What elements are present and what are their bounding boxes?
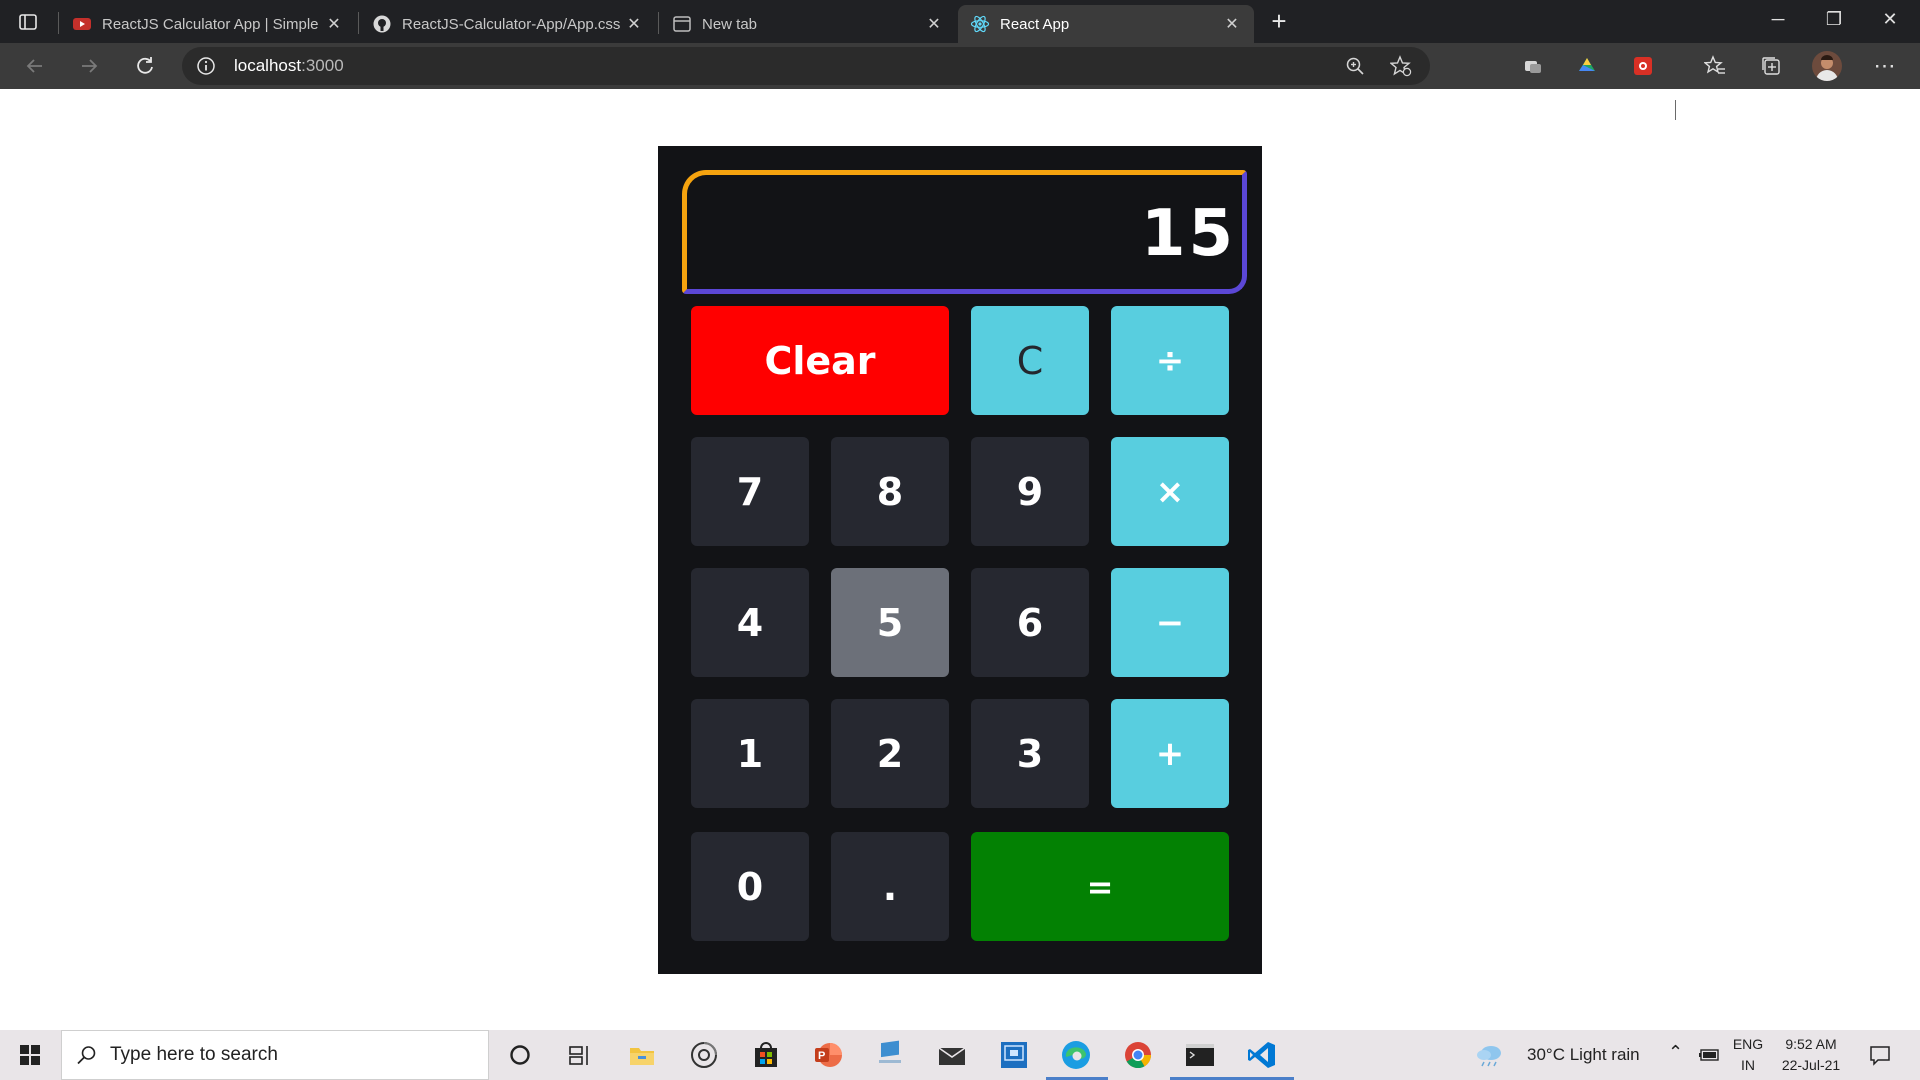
url-host: localhost [234,56,302,75]
browser-tab-strip: ReactJS Calculator App | Simple ✕ ReactJ… [0,0,1920,43]
add-favorite-icon[interactable] [1386,51,1416,81]
more-menu-icon[interactable]: ⋯ [1870,51,1900,81]
divide-button[interactable]: ÷ [1111,306,1229,415]
calculator-display: 15 [682,170,1247,294]
address-bar[interactable]: localhost:3000 [182,47,1430,85]
toolbar-divider [1675,100,1676,120]
tab-actions-icon[interactable] [14,8,42,36]
file-explorer-icon[interactable] [612,1030,672,1080]
windows-taskbar: Type here to search P 30°C Light rain ⌃ … [0,1030,1920,1080]
close-icon[interactable]: ✕ [924,14,944,34]
svg-text:P: P [818,1050,825,1062]
digit-2-button[interactable]: 2 [831,699,949,808]
back-button[interactable] [20,51,50,81]
tab-separator [658,12,659,34]
close-icon[interactable]: ✕ [1222,14,1242,34]
task-view-icon[interactable] [550,1030,610,1080]
minimize-button[interactable]: ─ [1750,0,1806,38]
digit-5-button[interactable]: 5 [831,568,949,677]
digit-9-button[interactable]: 9 [971,437,1089,546]
site-info-icon[interactable] [196,56,216,81]
digit-8-button[interactable]: 8 [831,437,949,546]
calculator: 15 Clear C ÷ 7 8 9 × 4 5 6 − 1 2 3 + 0 .… [658,146,1262,974]
edge-browser-icon[interactable] [1046,1030,1106,1080]
digit-4-button[interactable]: 4 [691,568,809,677]
tab-title: New tab [702,15,758,33]
clock-time[interactable]: 9:52 AM [1772,1036,1850,1052]
language-code[interactable]: ENG [1728,1036,1768,1052]
browser-toolbar: localhost:3000 ⋯ [0,43,1920,120]
powerpoint-icon[interactable]: P [798,1030,858,1080]
digit-1-button[interactable]: 1 [691,699,809,808]
clear-button[interactable]: Clear [691,306,949,415]
notifications-icon[interactable] [1858,1030,1902,1080]
battery-icon[interactable] [1696,1030,1722,1080]
digit-0-button[interactable]: 0 [691,832,809,941]
plus-button[interactable]: + [1111,699,1229,808]
display-value: 15 [1140,197,1236,271]
desktop-app-icon[interactable] [860,1030,920,1080]
url-text[interactable]: localhost:3000 [234,56,344,76]
terminal-icon[interactable] [1170,1030,1230,1080]
tab-github[interactable]: ReactJS-Calculator-App/App.css ✕ [360,5,656,43]
avatar[interactable] [1812,51,1842,81]
arrow-left-icon [26,59,42,73]
close-icon[interactable]: ✕ [324,14,344,34]
google-drive-extension-icon[interactable] [1572,51,1602,81]
close-icon[interactable]: ✕ [624,14,644,34]
cortana-icon[interactable] [490,1030,550,1080]
digit-3-button[interactable]: 3 [971,699,1089,808]
clock-date[interactable]: 22-Jul-21 [1772,1057,1850,1073]
tab-separator [58,12,59,34]
tab-separator [358,12,359,34]
youtube-icon [72,14,92,34]
weather-text[interactable]: 30°C Light rain [1527,1045,1640,1065]
remote-desktop-icon[interactable] [984,1030,1044,1080]
minus-button[interactable]: − [1111,568,1229,677]
favorites-icon[interactable] [1700,51,1730,81]
taskbar-search[interactable]: Type here to search [61,1030,489,1080]
refresh-button[interactable] [130,51,160,81]
github-icon [372,14,392,34]
weather-icon[interactable] [1470,1030,1510,1080]
newtab-icon [672,14,692,34]
search-icon [76,1044,98,1071]
tab-title: ReactJS-Calculator-App/App.css [402,15,621,33]
url-port: :3000 [301,56,344,75]
window-close-button[interactable]: ✕ [1862,0,1918,38]
digit-7-button[interactable]: 7 [691,437,809,546]
arrow-right-icon [82,59,98,73]
collections-icon[interactable] [1756,51,1786,81]
tab-new-tab[interactable]: New tab ✕ [660,5,956,43]
delete-button[interactable]: C [971,306,1089,415]
red-extension-icon[interactable] [1628,51,1658,81]
tab-title: ReactJS Calculator App | Simple [102,15,319,33]
restore-button[interactable]: ❐ [1806,0,1862,38]
chrome-icon[interactable] [1108,1030,1168,1080]
windows-start-icon[interactable] [0,1030,60,1080]
digit-6-button[interactable]: 6 [971,568,1089,677]
new-tab-button[interactable]: + [1264,6,1294,36]
vscode-icon[interactable] [1232,1030,1292,1080]
tab-react-app[interactable]: React App ✕ [958,5,1254,43]
react-icon [970,14,990,34]
chevron-up-icon[interactable]: ⌃ [1668,1042,1683,1063]
equals-button[interactable]: = [971,832,1229,941]
region-code[interactable]: IN [1728,1057,1768,1073]
multiply-button[interactable]: × [1111,437,1229,546]
mail-icon[interactable] [922,1030,982,1080]
forward-button[interactable] [74,51,104,81]
collections-extension-icon[interactable] [1518,51,1548,81]
decimal-button[interactable]: . [831,832,949,941]
tab-title: React App [1000,15,1070,33]
store-icon[interactable] [736,1030,796,1080]
zoom-icon[interactable] [1340,51,1370,81]
disc-app-icon[interactable] [674,1030,734,1080]
refresh-icon [137,57,153,74]
tab-youtube[interactable]: ReactJS Calculator App | Simple ✕ [60,5,356,43]
search-placeholder: Type here to search [110,1044,278,1065]
